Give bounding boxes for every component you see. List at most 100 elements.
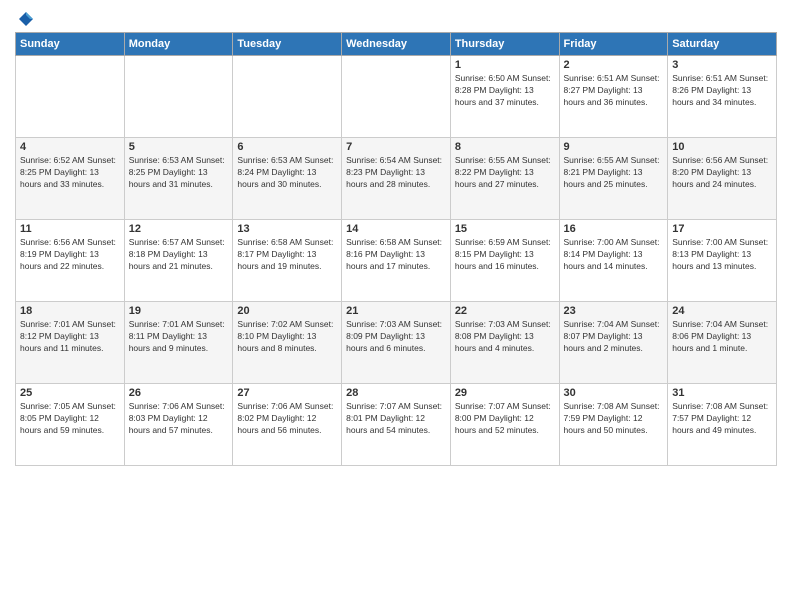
calendar-cell: 26 Sunrise: 7:06 AM Sunset: 8:03 PM Dayli… [124, 384, 233, 466]
day-number: 10 [672, 141, 772, 153]
calendar-cell: 27 Sunrise: 7:06 AM Sunset: 8:02 PM Dayli… [233, 384, 342, 466]
day-info: Sunrise: 6:55 AM Sunset: 8:21 PM Dayligh… [564, 155, 664, 191]
calendar-cell: 1 Sunrise: 6:50 AM Sunset: 8:28 PM Daylig… [450, 56, 559, 138]
day-info: Sunrise: 6:56 AM Sunset: 8:19 PM Dayligh… [20, 237, 120, 273]
day-header-saturday: Saturday [668, 33, 777, 56]
day-number: 25 [20, 387, 120, 399]
day-number: 21 [346, 305, 446, 317]
day-number: 2 [564, 59, 664, 71]
calendar-cell: 14Sunrise: 6:58 AM Sunset: 8:16 PM Dayli… [342, 220, 451, 302]
day-info: Sunrise: 6:53 AM Sunset: 8:24 PM Dayligh… [237, 155, 337, 191]
calendar-cell: 28 Sunrise: 7:07 AM Sunset: 8:01 PM Dayli… [342, 384, 451, 466]
day-info: Sunrise: 6:51 AM Sunset: 8:27 PM Dayligh… [564, 73, 664, 109]
day-number: 27 [237, 387, 337, 399]
calendar-cell: 8Sunrise: 6:55 AM Sunset: 8:22 PM Daylig… [450, 138, 559, 220]
week-row-4: 18Sunrise: 7:01 AM Sunset: 8:12 PM Dayli… [16, 302, 777, 384]
calendar-cell: 19 Sunrise: 7:01 AM Sunset: 8:11 PM Dayli… [124, 302, 233, 384]
week-row-1: 1 Sunrise: 6:50 AM Sunset: 8:28 PM Daylig… [16, 56, 777, 138]
calendar-cell: 23 Sunrise: 7:04 AM Sunset: 8:07 PM Dayli… [559, 302, 668, 384]
logo-icon [17, 10, 35, 28]
day-number: 1 [455, 59, 555, 71]
day-number: 4 [20, 141, 120, 153]
day-number: 12 [129, 223, 229, 235]
day-header-wednesday: Wednesday [342, 33, 451, 56]
calendar-cell: 31 Sunrise: 7:08 AM Sunset: 7:57 PM Dayli… [668, 384, 777, 466]
header-row: SundayMondayTuesdayWednesdayThursdayFrid… [16, 33, 777, 56]
calendar-cell: 17Sunrise: 7:00 AM Sunset: 8:13 PM Dayli… [668, 220, 777, 302]
week-row-5: 25 Sunrise: 7:05 AM Sunset: 8:05 PM Dayli… [16, 384, 777, 466]
week-row-3: 11Sunrise: 6:56 AM Sunset: 8:19 PM Dayli… [16, 220, 777, 302]
day-info: Sunrise: 7:03 AM Sunset: 8:09 PM Dayligh… [346, 319, 446, 355]
logo [15, 10, 35, 24]
calendar-cell: 3 Sunrise: 6:51 AM Sunset: 8:26 PM Daylig… [668, 56, 777, 138]
day-info: Sunrise: 7:06 AM Sunset: 8:02 PM Dayligh… [237, 401, 337, 437]
calendar-cell: 21 Sunrise: 7:03 AM Sunset: 8:09 PM Dayli… [342, 302, 451, 384]
calendar-cell [233, 56, 342, 138]
day-number: 26 [129, 387, 229, 399]
calendar-cell: 29 Sunrise: 7:07 AM Sunset: 8:00 PM Dayli… [450, 384, 559, 466]
week-row-2: 4 Sunrise: 6:52 AM Sunset: 8:25 PM Daylig… [16, 138, 777, 220]
day-info: Sunrise: 7:08 AM Sunset: 7:59 PM Dayligh… [564, 401, 664, 437]
day-info: Sunrise: 7:07 AM Sunset: 8:01 PM Dayligh… [346, 401, 446, 437]
calendar-cell: 7 Sunrise: 6:54 AM Sunset: 8:23 PM Daylig… [342, 138, 451, 220]
day-number: 31 [672, 387, 772, 399]
calendar-cell [342, 56, 451, 138]
calendar-cell: 6Sunrise: 6:53 AM Sunset: 8:24 PM Daylig… [233, 138, 342, 220]
day-number: 16 [564, 223, 664, 235]
day-number: 28 [346, 387, 446, 399]
calendar-cell: 15Sunrise: 6:59 AM Sunset: 8:15 PM Dayli… [450, 220, 559, 302]
calendar-cell: 25 Sunrise: 7:05 AM Sunset: 8:05 PM Dayli… [16, 384, 125, 466]
calendar-cell: 11Sunrise: 6:56 AM Sunset: 8:19 PM Dayli… [16, 220, 125, 302]
day-info: Sunrise: 6:51 AM Sunset: 8:26 PM Dayligh… [672, 73, 772, 109]
day-header-monday: Monday [124, 33, 233, 56]
day-info: Sunrise: 6:58 AM Sunset: 8:17 PM Dayligh… [237, 237, 337, 273]
calendar-cell: 12 Sunrise: 6:57 AM Sunset: 8:18 PM Dayli… [124, 220, 233, 302]
day-number: 20 [237, 305, 337, 317]
day-number: 30 [564, 387, 664, 399]
day-info: Sunrise: 7:01 AM Sunset: 8:11 PM Dayligh… [129, 319, 229, 355]
day-info: Sunrise: 6:56 AM Sunset: 8:20 PM Dayligh… [672, 155, 772, 191]
day-header-sunday: Sunday [16, 33, 125, 56]
day-number: 24 [672, 305, 772, 317]
day-info: Sunrise: 6:55 AM Sunset: 8:22 PM Dayligh… [455, 155, 555, 191]
day-header-thursday: Thursday [450, 33, 559, 56]
day-info: Sunrise: 7:02 AM Sunset: 8:10 PM Dayligh… [237, 319, 337, 355]
day-header-tuesday: Tuesday [233, 33, 342, 56]
day-info: Sunrise: 6:59 AM Sunset: 8:15 PM Dayligh… [455, 237, 555, 273]
calendar-cell: 9Sunrise: 6:55 AM Sunset: 8:21 PM Daylig… [559, 138, 668, 220]
day-number: 23 [564, 305, 664, 317]
day-info: Sunrise: 6:54 AM Sunset: 8:23 PM Dayligh… [346, 155, 446, 191]
calendar-cell: 20 Sunrise: 7:02 AM Sunset: 8:10 PM Dayli… [233, 302, 342, 384]
day-info: Sunrise: 6:53 AM Sunset: 8:25 PM Dayligh… [129, 155, 229, 191]
day-info: Sunrise: 7:07 AM Sunset: 8:00 PM Dayligh… [455, 401, 555, 437]
day-info: Sunrise: 6:57 AM Sunset: 8:18 PM Dayligh… [129, 237, 229, 273]
day-number: 7 [346, 141, 446, 153]
day-info: Sunrise: 7:05 AM Sunset: 8:05 PM Dayligh… [20, 401, 120, 437]
day-number: 29 [455, 387, 555, 399]
day-info: Sunrise: 7:06 AM Sunset: 8:03 PM Dayligh… [129, 401, 229, 437]
calendar-cell: 5Sunrise: 6:53 AM Sunset: 8:25 PM Daylig… [124, 138, 233, 220]
day-info: Sunrise: 7:08 AM Sunset: 7:57 PM Dayligh… [672, 401, 772, 437]
day-header-friday: Friday [559, 33, 668, 56]
day-info: Sunrise: 6:52 AM Sunset: 8:25 PM Dayligh… [20, 155, 120, 191]
day-info: Sunrise: 6:58 AM Sunset: 8:16 PM Dayligh… [346, 237, 446, 273]
calendar-container: SundayMondayTuesdayWednesdayThursdayFrid… [0, 0, 792, 612]
calendar-cell: 18Sunrise: 7:01 AM Sunset: 8:12 PM Dayli… [16, 302, 125, 384]
calendar-cell: 24Sunrise: 7:04 AM Sunset: 8:06 PM Dayli… [668, 302, 777, 384]
calendar-cell: 2 Sunrise: 6:51 AM Sunset: 8:27 PM Daylig… [559, 56, 668, 138]
day-number: 13 [237, 223, 337, 235]
calendar-cell: 16Sunrise: 7:00 AM Sunset: 8:14 PM Dayli… [559, 220, 668, 302]
calendar-cell: 30 Sunrise: 7:08 AM Sunset: 7:59 PM Dayli… [559, 384, 668, 466]
calendar-table: SundayMondayTuesdayWednesdayThursdayFrid… [15, 32, 777, 466]
calendar-cell [16, 56, 125, 138]
calendar-cell: 10 Sunrise: 6:56 AM Sunset: 8:20 PM Dayli… [668, 138, 777, 220]
calendar-cell: 4 Sunrise: 6:52 AM Sunset: 8:25 PM Daylig… [16, 138, 125, 220]
day-number: 3 [672, 59, 772, 71]
calendar-cell: 22Sunrise: 7:03 AM Sunset: 8:08 PM Dayli… [450, 302, 559, 384]
day-number: 19 [129, 305, 229, 317]
day-number: 22 [455, 305, 555, 317]
header [15, 10, 777, 24]
day-info: Sunrise: 7:01 AM Sunset: 8:12 PM Dayligh… [20, 319, 120, 355]
day-info: Sunrise: 6:50 AM Sunset: 8:28 PM Dayligh… [455, 73, 555, 109]
day-info: Sunrise: 7:04 AM Sunset: 8:07 PM Dayligh… [564, 319, 664, 355]
